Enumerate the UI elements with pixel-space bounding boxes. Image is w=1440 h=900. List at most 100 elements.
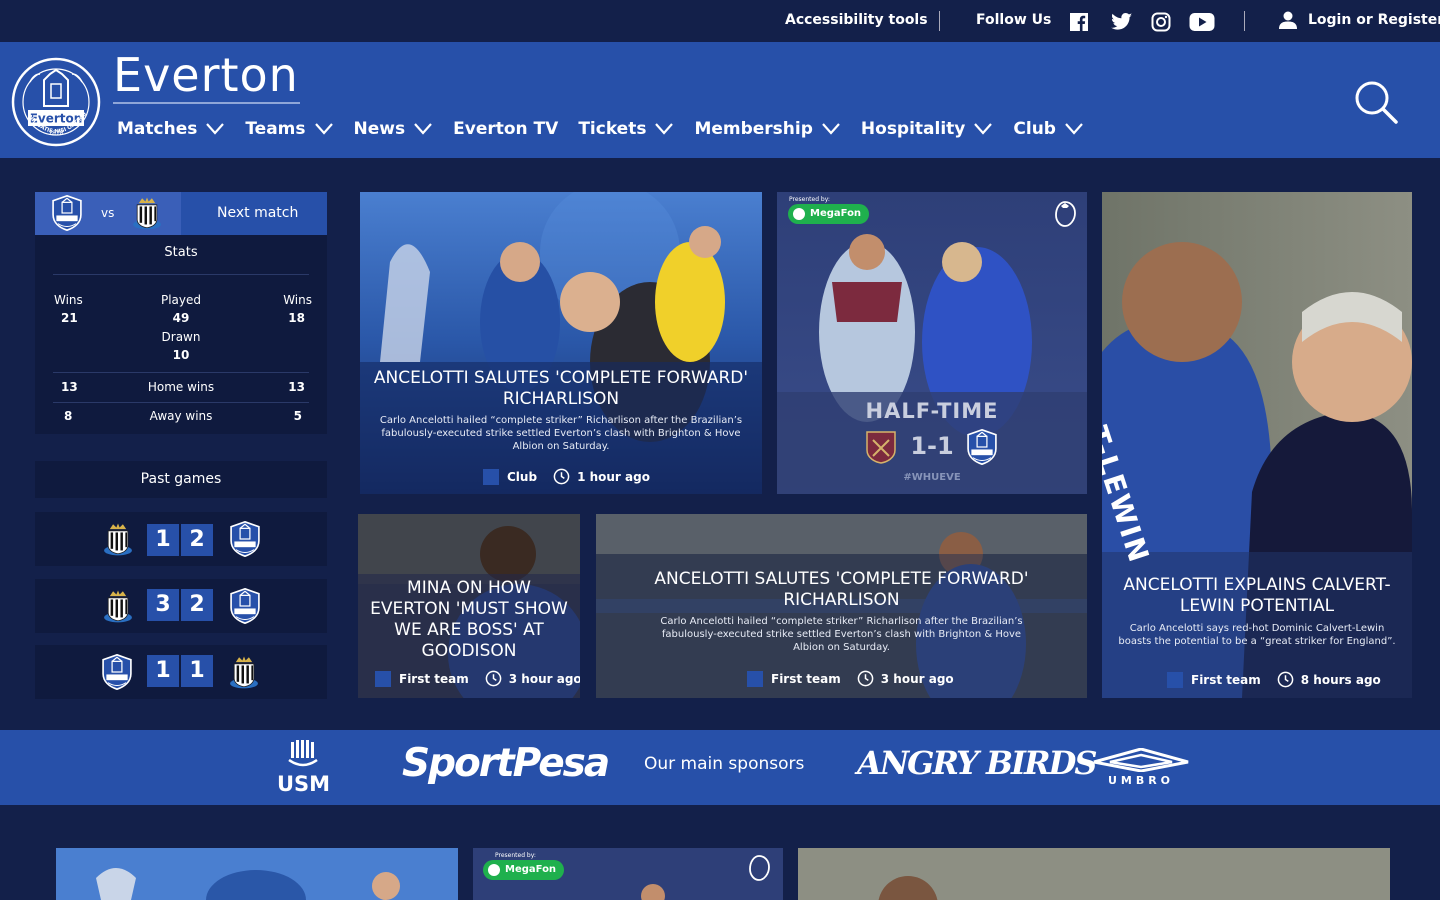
next-match-label[interactable]: Next match <box>217 205 298 221</box>
chevron-down-icon[interactable] <box>413 122 433 136</box>
divider <box>53 372 309 373</box>
news-card-partial[interactable]: Presented by: MegaFon <box>473 848 783 900</box>
chevron-down-icon[interactable] <box>821 122 841 136</box>
past-game-row[interactable]: 1 2 <box>35 512 327 566</box>
card-description: Carlo Ancelotti hailed “complete striker… <box>379 415 743 452</box>
follow-us-label: Follow Us <box>976 12 1052 28</box>
drawn-value: 10 <box>172 348 190 362</box>
premier-league-icon <box>749 855 770 881</box>
login-register-link[interactable]: Login or Register <box>1308 12 1440 28</box>
card-title[interactable]: ANCELOTTI EXPLAINS CALVERT-LEWIN POTENTI… <box>1102 575 1412 617</box>
brand-underline <box>113 102 300 104</box>
stats-title: Stats <box>164 245 198 260</box>
umbro-text: UMBRO <box>1107 774 1175 787</box>
away-score: 2 <box>181 589 213 621</box>
sponsors-bar: USM SportPesa Our main sponsors ANGRY BI… <box>0 730 1440 805</box>
card-meta: First team 8 hours ago <box>1167 671 1381 688</box>
nav-teams[interactable]: Teams <box>245 119 333 139</box>
usm-logo[interactable]: USM <box>277 740 330 796</box>
nav-everton-tv[interactable]: Everton TV <box>453 119 558 139</box>
card-image <box>56 848 458 900</box>
card-description: Carlo Ancelotti says red-hot Dominic Cal… <box>1118 623 1396 647</box>
nav-membership[interactable]: Membership <box>694 119 840 139</box>
category-marker <box>375 670 391 687</box>
angry-birds-logo[interactable]: ANGRY BIRDS <box>857 744 1097 782</box>
news-card-halftime[interactable]: Presented by: MegaFon HALF-TIME 1-1 #WHU… <box>777 192 1087 494</box>
clock-icon <box>1277 671 1294 688</box>
card-category[interactable]: First team <box>1191 673 1261 687</box>
everton-crest-icon <box>100 654 134 690</box>
umbro-logo[interactable]: UMBRO <box>1092 748 1190 788</box>
instagram-icon[interactable] <box>1150 11 1172 33</box>
card-category[interactable]: First team <box>771 672 841 686</box>
hashtag: #WHUEVE <box>903 472 961 483</box>
nav-matches[interactable]: Matches <box>117 119 225 139</box>
newcastle-crest-icon <box>101 588 135 624</box>
category-marker <box>1167 671 1183 688</box>
card-category[interactable]: Club <box>507 470 537 484</box>
news-card-richarlison[interactable]: ANCELOTTI SALUTES 'COMPLETE FORWARD' RIC… <box>360 192 762 494</box>
twitter-icon[interactable] <box>1111 11 1133 33</box>
umbro-diamond-icon <box>1093 748 1189 772</box>
halftime-score: 1-1 <box>910 432 954 460</box>
nav-club[interactable]: Club <box>1013 119 1084 139</box>
sportpesa-logo[interactable]: SportPesa <box>402 741 610 786</box>
search-icon[interactable] <box>1354 80 1398 124</box>
facebook-icon[interactable] <box>1068 11 1090 33</box>
past-game-row[interactable]: 3 2 <box>35 579 327 633</box>
premier-league-icon <box>1055 201 1076 227</box>
user-icon[interactable] <box>1278 10 1298 30</box>
category-marker <box>747 670 763 687</box>
accessibility-tools-link[interactable]: Accessibility tools <box>785 12 928 28</box>
past-game-row[interactable]: 1 1 <box>35 645 327 699</box>
divider <box>939 11 940 31</box>
newcastle-crest-icon <box>130 195 164 231</box>
card-title[interactable]: MINA ON HOW EVERTON 'MUST SHOW WE ARE BO… <box>358 578 580 662</box>
card-title[interactable]: ANCELOTTI SALUTES 'COMPLETE FORWARD' RIC… <box>596 569 1087 611</box>
newcastle-crest-icon <box>227 654 261 690</box>
card-title[interactable]: ANCELOTTI SALUTES 'COMPLETE FORWARD' RIC… <box>360 368 762 410</box>
news-card-partial[interactable] <box>56 848 458 900</box>
card-time: 1 hour ago <box>577 469 650 484</box>
chevron-down-icon[interactable] <box>654 122 674 136</box>
drawn-label: Drawn <box>161 330 201 344</box>
news-card-partial[interactable] <box>798 848 1390 900</box>
played-value: 49 <box>172 311 190 325</box>
chevron-down-icon[interactable] <box>314 122 334 136</box>
chevron-down-icon[interactable] <box>205 122 225 136</box>
news-card-richarlison-wide[interactable]: ANCELOTTI SALUTES 'COMPLETE FORWARD' RIC… <box>596 514 1087 698</box>
chevron-down-icon[interactable] <box>1064 122 1084 136</box>
top-bar: Accessibility tools Follow Us Login or R… <box>0 0 1440 42</box>
nav-hospitality[interactable]: Hospitality <box>861 119 993 139</box>
chevron-down-icon[interactable] <box>973 122 993 136</box>
category-marker <box>483 468 499 485</box>
brand-name[interactable]: Everton <box>113 48 299 102</box>
everton-crest-icon <box>228 521 262 557</box>
right-wins-value: 18 <box>288 311 305 325</box>
card-category[interactable]: First team <box>399 672 469 686</box>
presented-by-label: Presented by: <box>495 852 536 859</box>
everton-crest-logo[interactable]: Everton 1878 NIL SATIS NISI OPTIMUM <box>10 52 102 148</box>
clock-icon <box>553 468 570 485</box>
right-wins-label: Wins <box>283 293 312 307</box>
presented-by-label: Presented by: <box>789 196 830 203</box>
next-match-bar[interactable]: vs Next match <box>35 192 327 235</box>
main-nav: Matches Teams News Everton TV Tickets Me… <box>117 119 1104 139</box>
clock-icon <box>857 670 874 687</box>
card-description: Carlo Ancelotti hailed “complete striker… <box>660 616 1023 653</box>
away-score: 2 <box>181 524 213 556</box>
news-card-calvert-lewin[interactable]: T-LEWIN ANCELOTTI EXPLAINS CALVERT-LEWIN… <box>1102 192 1412 698</box>
news-card-mina[interactable]: MINA ON HOW EVERTON 'MUST SHOW WE ARE BO… <box>358 514 580 698</box>
newcastle-crest-icon <box>101 521 135 557</box>
card-time: 3 hour ago <box>508 671 580 686</box>
away-wins-right: 5 <box>293 409 302 423</box>
youtube-icon[interactable] <box>1189 11 1215 33</box>
nav-news[interactable]: News <box>354 119 434 139</box>
away-wins-label: Away wins <box>149 409 213 423</box>
nav-tickets[interactable]: Tickets <box>578 119 674 139</box>
usm-emblem-icon <box>288 740 318 767</box>
megafon-badge: MegaFon <box>483 860 565 880</box>
home-wins-right: 13 <box>288 380 305 394</box>
card-time: 8 hours ago <box>1300 672 1381 687</box>
stats-panel: Stats Wins 21 Played 49 Drawn 10 Wins 18… <box>35 235 327 434</box>
